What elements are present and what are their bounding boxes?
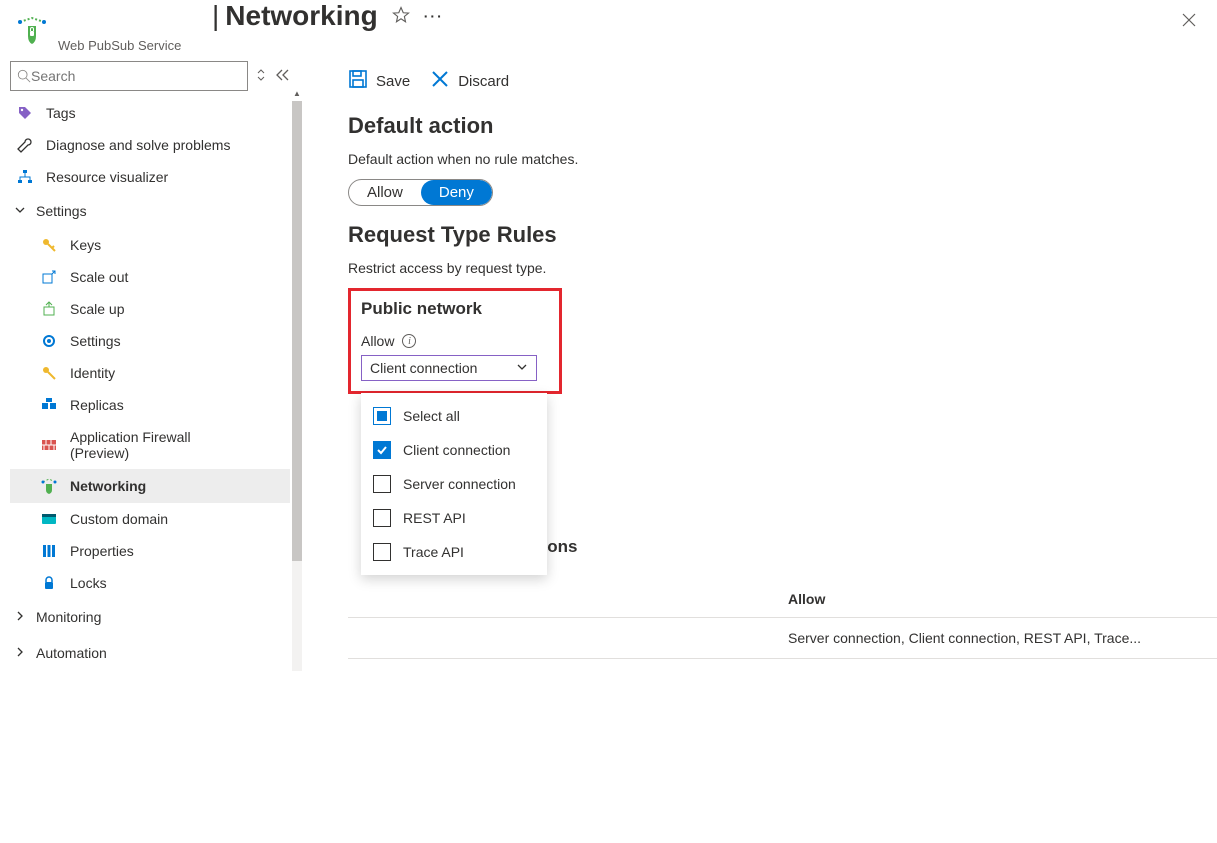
checkbox-checked-icon — [373, 441, 391, 459]
public-network-heading: Public network — [361, 299, 549, 319]
chevron-right-icon — [14, 609, 26, 625]
sidebar-item-diagnose[interactable]: Diagnose and solve problems — [10, 129, 290, 161]
save-icon — [348, 69, 368, 93]
sidebar-item-properties[interactable]: Properties — [10, 535, 290, 567]
dd-rest-api[interactable]: REST API — [361, 501, 547, 535]
discard-icon — [430, 69, 450, 93]
search-icon — [17, 69, 31, 83]
default-action-toggle[interactable]: Allow Deny — [348, 179, 493, 206]
default-action-heading: Default action — [348, 113, 1217, 139]
networking-icon — [40, 477, 58, 495]
pe-allow-value: Server connection, Client connection, RE… — [788, 630, 1217, 646]
search-input[interactable] — [10, 61, 248, 91]
sidebar-item-app-firewall[interactable]: Application Firewall (Preview) — [10, 421, 290, 469]
chevron-down-icon — [516, 360, 528, 376]
sidebar-group-monitoring[interactable]: Monitoring — [10, 599, 290, 635]
col-allow: Allow — [788, 591, 1217, 607]
checkbox-icon — [373, 543, 391, 561]
allow-label: Allow — [361, 333, 394, 349]
tag-icon — [16, 105, 34, 121]
identity-icon — [40, 365, 58, 381]
discard-button[interactable]: Discard — [430, 69, 509, 93]
sidebar-item-resource-visualizer[interactable]: Resource visualizer — [10, 161, 290, 193]
allow-select[interactable]: Client connection — [361, 355, 537, 381]
sidebar-item-custom-domain[interactable]: Custom domain — [10, 503, 290, 535]
visualizer-icon — [16, 169, 34, 185]
lock-icon — [40, 575, 58, 591]
close-icon[interactable] — [1181, 12, 1197, 33]
checkbox-icon — [373, 475, 391, 493]
more-icon[interactable]: ··· — [424, 8, 444, 24]
pe-row: Server connection, Client connection, RE… — [348, 618, 1217, 659]
chevron-down-icon — [14, 203, 26, 219]
sidebar-item-scale-up[interactable]: Scale up — [10, 293, 290, 325]
sidebar-item-locks[interactable]: Locks — [10, 567, 290, 599]
dd-server-connection[interactable]: Server connection — [361, 467, 547, 501]
dd-select-all[interactable]: Select all — [361, 399, 547, 433]
service-icon — [14, 14, 50, 50]
sidebar-item-settings[interactable]: Settings — [10, 325, 290, 357]
scale-up-icon — [40, 301, 58, 317]
chevron-right-icon — [14, 645, 26, 661]
scale-out-icon — [40, 269, 58, 285]
replicas-icon — [40, 397, 58, 413]
request-rules-heading: Request Type Rules — [348, 222, 1217, 248]
gear-icon — [40, 333, 58, 349]
info-icon[interactable]: i — [402, 334, 416, 348]
wrench-icon — [16, 137, 34, 153]
title-divider: | — [212, 0, 219, 32]
properties-icon — [40, 543, 58, 559]
deny-option[interactable]: Deny — [421, 180, 492, 205]
sidebar-group-settings[interactable]: Settings — [10, 193, 290, 229]
default-action-desc: Default action when no rule matches. — [348, 151, 1217, 167]
sidebar-item-replicas[interactable]: Replicas — [10, 389, 290, 421]
sidebar-item-networking[interactable]: Networking — [10, 469, 290, 503]
checkbox-partial-icon — [373, 407, 391, 425]
request-rules-desc: Restrict access by request type. — [348, 260, 1217, 276]
public-network-highlight: Public network Allow i Client connection… — [348, 288, 562, 394]
sidebar-group-automation[interactable]: Automation — [10, 635, 290, 671]
collapse-icon[interactable] — [274, 68, 290, 85]
dd-client-connection[interactable]: Client connection — [361, 433, 547, 467]
updown-icon[interactable] — [256, 67, 266, 86]
sidebar-item-scale-out[interactable]: Scale out — [10, 261, 290, 293]
page-title: Networking — [225, 0, 377, 32]
service-subtitle: Web PubSub Service — [58, 38, 181, 53]
checkbox-icon — [373, 509, 391, 527]
allow-dropdown: Select all Client connection Server conn… — [361, 393, 547, 575]
sidebar-item-tags[interactable]: Tags — [10, 97, 290, 129]
save-button[interactable]: Save — [348, 69, 410, 93]
dd-trace-api[interactable]: Trace API — [361, 535, 547, 569]
key-icon — [40, 237, 58, 253]
sidebar-item-identity[interactable]: Identity — [10, 357, 290, 389]
domain-icon — [40, 511, 58, 527]
favorite-star-icon[interactable] — [392, 6, 410, 27]
allow-option[interactable]: Allow — [349, 180, 421, 205]
sidebar-item-keys[interactable]: Keys — [10, 229, 290, 261]
firewall-icon — [40, 437, 58, 453]
